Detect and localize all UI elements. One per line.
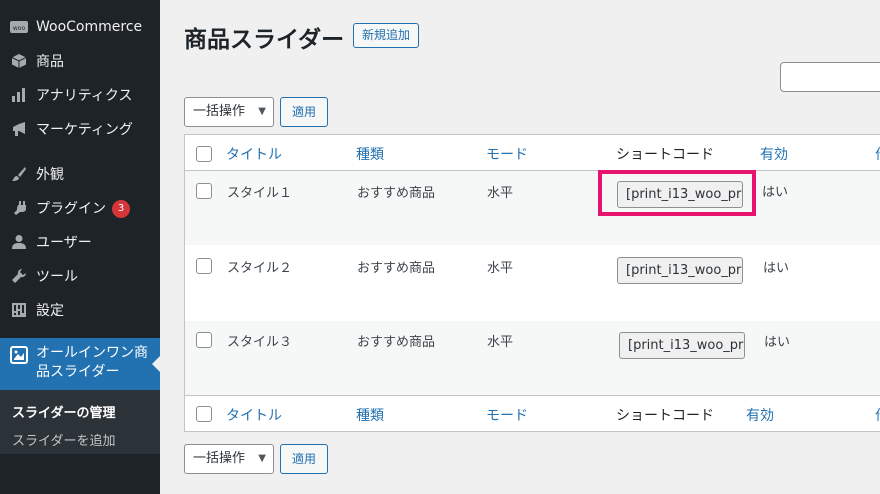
chevron-down-icon: ▼ (258, 106, 266, 117)
row-title[interactable]: スタイル２ (227, 257, 292, 276)
svg-text:woo: woo (13, 25, 26, 32)
menu-users[interactable]: ユーザー (0, 232, 160, 252)
add-new-button[interactable]: 新規追加 (353, 23, 420, 48)
apply-button-top[interactable]: 適用 (280, 97, 328, 127)
menu-label: 設定 (36, 303, 64, 319)
bulk-action-label: 一括操作 (193, 104, 246, 119)
menu-marketing[interactable]: マーケティング (0, 119, 160, 139)
chevron-down-icon: ▼ (258, 453, 266, 464)
menu-products[interactable]: 商品 (0, 51, 160, 71)
column-type-footer[interactable]: 種類 (356, 405, 384, 425)
menu-label: WooCommerce (36, 19, 143, 35)
menu-tools[interactable]: ツール (0, 266, 160, 286)
box-icon (10, 52, 28, 70)
column-cut-header[interactable]: 作 (875, 144, 880, 164)
apply-button-bottom[interactable]: 適用 (280, 444, 328, 474)
menu-label: プラグイン 3 (36, 198, 130, 218)
menu-label: マーケティング (36, 122, 133, 138)
search-input[interactable] (780, 62, 880, 92)
menu-label-line2: 品スライダー (36, 364, 120, 380)
brush-icon (10, 165, 28, 183)
row-checkbox[interactable] (196, 258, 212, 274)
bulk-action-label: 一括操作 (193, 451, 246, 466)
row-checkbox[interactable] (196, 332, 212, 348)
column-enabled-footer[interactable]: 有効 (746, 405, 774, 425)
current-indicator-arrow (152, 356, 160, 372)
column-shortcode-header: ショートコード (616, 147, 714, 163)
update-count-badge: 3 (112, 200, 130, 218)
row-type: おすすめ商品 (357, 186, 436, 201)
bulk-action-select-top[interactable]: 一括操作 ▼ (184, 97, 274, 127)
menu-label: アナリティクス (36, 88, 133, 104)
shortcode-highlight-box (598, 170, 756, 216)
settings-icon (10, 301, 28, 319)
row-type: おすすめ商品 (357, 261, 436, 276)
slider-icon (10, 346, 28, 368)
table-row: スタイル１ おすすめ商品 水平 [print_i13_woo_pr はい (185, 171, 880, 245)
column-enabled-header[interactable]: 有効 (760, 144, 788, 164)
menu-product-slider-current[interactable]: オールインワン商 品スライダー (0, 338, 160, 390)
column-title-header[interactable]: タイトル (226, 144, 282, 164)
page-title: 商品スライダー (184, 27, 345, 53)
select-all-checkbox-bottom[interactable] (196, 406, 212, 422)
user-icon (10, 233, 28, 251)
row-mode: 水平 (487, 335, 514, 350)
column-type-header[interactable]: 種類 (356, 144, 384, 164)
menu-label: 外観 (36, 167, 64, 183)
admin-sidebar: woo WooCommerce 商品 アナリティクス マーケティング 外観 プラ… (0, 0, 160, 494)
menu-appearance[interactable]: 外観 (0, 164, 160, 184)
row-title[interactable]: スタイル３ (227, 331, 292, 350)
menu-label: ツール (36, 269, 78, 285)
menu-label: ユーザー (36, 235, 92, 251)
plugin-icon (10, 199, 28, 217)
shortcode-field[interactable]: [print_i13_woo_pr (619, 332, 745, 359)
column-mode-footer[interactable]: モード (486, 405, 528, 425)
row-enabled: はい (762, 185, 789, 200)
sliders-table: タイトル 種類 モード ショートコード 有効 作 スタイル１ おすすめ商品 水平… (184, 134, 880, 432)
menu-woocommerce[interactable]: woo WooCommerce (0, 17, 160, 37)
footer-divider (185, 395, 880, 396)
woo-icon: woo (10, 18, 28, 36)
table-row: スタイル３ おすすめ商品 水平 [print_i13_woo_pr はい (185, 321, 880, 395)
row-mode: 水平 (487, 186, 514, 201)
main-content: 商品スライダー 新規追加 一括操作 ▼ 適用 タイトル 種類 モード ショートコ… (160, 0, 880, 494)
submenu: スライダーの管理 スライダーを追加 (0, 390, 160, 454)
menu-plugins[interactable]: プラグイン 3 (0, 198, 160, 218)
menu-label: 商品 (36, 54, 64, 70)
row-title[interactable]: スタイル１ (227, 182, 292, 201)
row-mode: 水平 (487, 261, 514, 276)
table-row: スタイル２ おすすめ商品 水平 [print_i13_woo_pr はい (185, 245, 880, 321)
wrench-icon (10, 267, 28, 285)
select-all-checkbox[interactable] (196, 146, 212, 162)
bar-chart-icon (10, 86, 28, 104)
column-mode-header[interactable]: モード (486, 144, 528, 164)
shortcode-field[interactable]: [print_i13_woo_pr (617, 257, 743, 284)
bulk-action-select-bottom[interactable]: 一括操作 ▼ (184, 444, 274, 474)
menu-analytics[interactable]: アナリティクス (0, 85, 160, 105)
menu-settings[interactable]: 設定 (0, 300, 160, 320)
submenu-add-slider[interactable]: スライダーを追加 (12, 430, 115, 449)
menu-label-line1: オールインワン商 (36, 345, 148, 361)
row-type: おすすめ商品 (357, 335, 436, 350)
column-shortcode-footer: ショートコード (616, 408, 714, 424)
menu-label: オールインワン商 品スライダー (36, 344, 148, 382)
row-enabled: はい (764, 335, 791, 350)
column-cut-footer[interactable]: 作 (875, 405, 880, 425)
column-title-footer[interactable]: タイトル (226, 405, 282, 425)
row-enabled: はい (763, 261, 790, 276)
submenu-manage-sliders[interactable]: スライダーの管理 (12, 402, 115, 421)
row-checkbox[interactable] (196, 183, 212, 199)
megaphone-icon (10, 120, 28, 138)
menu-label-text: プラグイン (36, 201, 106, 217)
